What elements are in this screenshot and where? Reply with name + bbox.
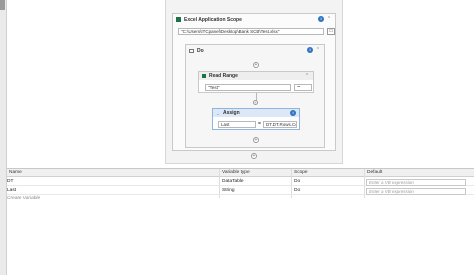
variable-row[interactable]: DT DataTable Do Enter a VB expression	[7, 178, 474, 186]
excel-icon	[176, 17, 181, 22]
add-activity-plus-icon[interactable]: +	[253, 100, 258, 105]
sheet-name-field[interactable]: "Test"	[205, 84, 291, 91]
assign-to-field[interactable]: Last	[218, 121, 256, 128]
read-range-title: Read Range	[209, 73, 238, 79]
workbook-path-field[interactable]: "C:\Users\ITCpanel\Desktop\Bank SCB\Test…	[178, 28, 324, 35]
read-range-icon	[202, 74, 206, 78]
assign-icon: ↔	[216, 110, 220, 116]
variable-name[interactable]: DT	[7, 179, 13, 184]
column-header-name[interactable]: Name	[9, 170, 22, 175]
read-range-header[interactable]: Read Range	[199, 72, 313, 80]
assign-value-field[interactable]: DT.DT.Rows.Co	[263, 121, 297, 128]
range-field[interactable]: ""	[294, 84, 312, 91]
info-icon[interactable]: i	[307, 47, 313, 53]
collapse-icon[interactable]: ⌃	[304, 73, 310, 79]
assign-title: Assign	[223, 110, 240, 116]
column-header-type[interactable]: Variable type	[222, 170, 250, 175]
do-sequence[interactable]: Do i ⌃ + Read Range ⌃ "Test" "" + ↔ Assi…	[185, 44, 325, 148]
info-icon[interactable]: i	[290, 110, 296, 116]
variables-panel: Name Variable type Scope Default DT Data…	[7, 168, 474, 275]
add-activity-plus-icon[interactable]: +	[251, 153, 257, 159]
collapse-icon[interactable]: ⌃	[315, 47, 321, 53]
excel-application-scope[interactable]: Excel Application Scope i ⌃ "C:\Users\IT…	[172, 13, 336, 151]
collapse-icon[interactable]: ⌃	[326, 16, 332, 22]
variable-scope[interactable]: Do	[294, 188, 300, 193]
do-header[interactable]: Do	[186, 45, 324, 56]
variable-scope[interactable]: Do	[294, 179, 300, 184]
info-icon[interactable]: i	[318, 16, 324, 22]
excel-scope-header[interactable]: Excel Application Scope	[173, 14, 335, 25]
variable-default-input[interactable]: Enter a VB expression	[366, 178, 466, 186]
browse-folder-button[interactable]: ▭	[327, 28, 335, 35]
add-activity-plus-icon[interactable]: +	[253, 137, 259, 143]
variables-header-row: Name Variable type Scope Default	[7, 169, 474, 177]
do-title: Do	[197, 47, 204, 54]
create-variable-link[interactable]: Create Variable	[7, 196, 40, 201]
read-range-activity[interactable]: Read Range ⌃ "Test" ""	[198, 71, 314, 93]
column-header-default[interactable]: Default	[367, 170, 382, 175]
variable-row[interactable]: Last String Do Enter a VB expression	[7, 187, 474, 195]
variable-default-input[interactable]: Enter a VB expression	[366, 187, 466, 195]
designer-canvas[interactable]: Excel Application Scope i ⌃ "C:\Users\IT…	[165, 0, 343, 164]
panel-tab[interactable]	[0, 0, 5, 10]
variable-type[interactable]: DataTable	[222, 179, 244, 184]
excel-scope-title: Excel Application Scope	[184, 16, 242, 23]
variable-name[interactable]: Last	[7, 188, 16, 193]
assign-activity[interactable]: ↔ Assign i Last = DT.DT.Rows.Co	[212, 108, 300, 130]
sequence-icon	[189, 48, 194, 53]
column-header-scope[interactable]: Scope	[294, 170, 308, 175]
assign-equals-sign: =	[258, 121, 261, 127]
variable-type[interactable]: String	[222, 188, 235, 193]
assign-header[interactable]: ↔ Assign	[213, 109, 299, 117]
add-activity-plus-icon[interactable]: +	[253, 62, 259, 68]
left-panel-edge	[0, 0, 7, 275]
